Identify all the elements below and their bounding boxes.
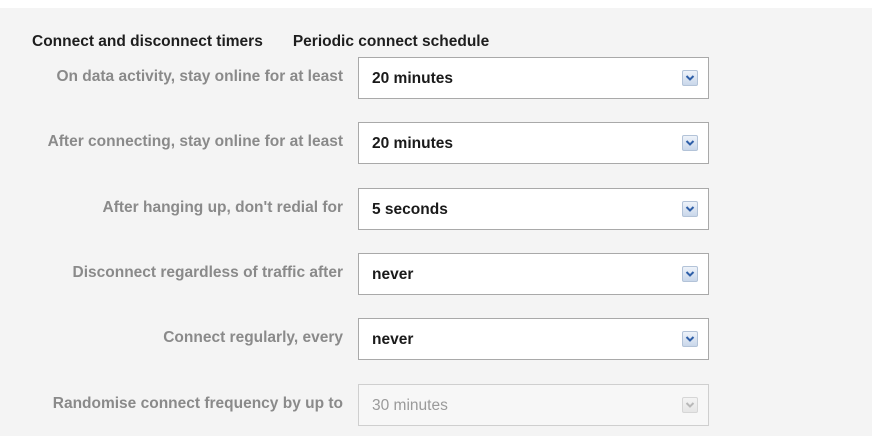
settings-panel: Connect and disconnect timers Periodic c… (0, 8, 872, 436)
data-activity-online-select[interactable]: 20 minutes (358, 57, 709, 99)
tab-periodic-connect-schedule[interactable]: Periodic connect schedule (293, 31, 489, 53)
tab-connect-disconnect-timers[interactable]: Connect and disconnect timers (32, 31, 263, 53)
setting-label: After connecting, stay online for at lea… (47, 133, 343, 150)
disconnect-regardless-select[interactable]: never (358, 253, 709, 295)
select-value: 5 seconds (372, 201, 448, 218)
chevron-down-icon[interactable] (682, 266, 698, 282)
randomise-frequency-select: 30 minutes (358, 384, 709, 426)
chevron-down-icon[interactable] (682, 70, 698, 86)
select-value: never (372, 266, 414, 283)
select-value: never (372, 331, 414, 348)
redial-delay-select[interactable]: 5 seconds (358, 188, 709, 230)
setting-label: Disconnect regardless of traffic after (72, 264, 343, 281)
tab-bar: Connect and disconnect timers Periodic c… (32, 31, 489, 53)
setting-row-after-connecting: After connecting, stay online for at lea… (0, 122, 872, 164)
setting-row-data-activity: On data activity, stay online for at lea… (0, 57, 872, 99)
setting-label: Connect regularly, every (163, 329, 343, 346)
setting-row-randomise-frequency: Randomise connect frequency by up to 30 … (0, 384, 872, 426)
connect-regularly-select[interactable]: never (358, 318, 709, 360)
after-connecting-online-select[interactable]: 20 minutes (358, 122, 709, 164)
chevron-down-icon (682, 397, 698, 413)
setting-label: On data activity, stay online for at lea… (56, 68, 343, 85)
setting-row-disconnect-regardless: Disconnect regardless of traffic after n… (0, 253, 872, 295)
chevron-down-icon[interactable] (682, 331, 698, 347)
setting-row-connect-regularly: Connect regularly, every never (0, 318, 872, 360)
select-value: 20 minutes (372, 70, 453, 87)
setting-label: After hanging up, don't redial for (102, 199, 343, 216)
select-value: 30 minutes (372, 397, 448, 414)
setting-label: Randomise connect frequency by up to (52, 395, 343, 412)
setting-row-redial-delay: After hanging up, don't redial for 5 sec… (0, 188, 872, 230)
chevron-down-icon[interactable] (682, 135, 698, 151)
select-value: 20 minutes (372, 135, 453, 152)
chevron-down-icon[interactable] (682, 201, 698, 217)
